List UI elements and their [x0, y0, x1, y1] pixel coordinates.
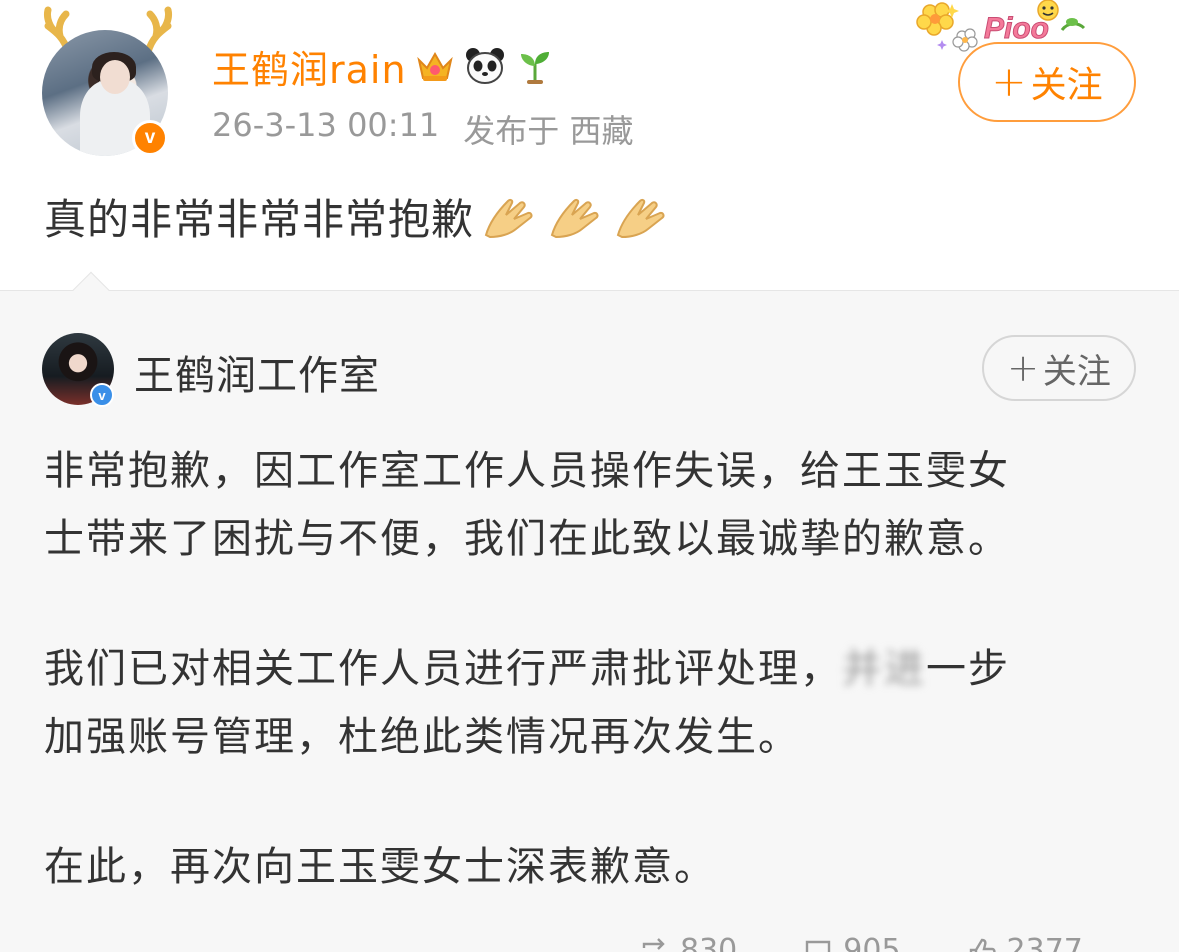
- verified-orange-icon: v: [132, 120, 168, 156]
- studio-follow-button[interactable]: + 关注: [982, 335, 1136, 401]
- repost-count: 830: [680, 933, 738, 952]
- comment-icon: [806, 940, 831, 952]
- follow-button-label: 关注: [1030, 65, 1103, 106]
- follow-button[interactable]: + 关注: [958, 42, 1136, 122]
- comment-count: 905: [843, 933, 901, 952]
- repost-icon: [642, 937, 665, 952]
- sticker-text: Pioo: [984, 12, 1049, 45]
- weibo-post: v 王鹤润rain 26-3-13 00:11 发布于 西藏 Pioo + 关注…: [0, 0, 1179, 290]
- plus-icon: +: [991, 57, 1027, 106]
- body-segment: 我们已对相关工作人员进行严肃批评处理，: [44, 646, 842, 692]
- post-content: 真的非常非常非常抱歉: [44, 186, 672, 247]
- body-line: 非常抱歉，因工作室工作人员操作失误，给王玉雯女: [44, 448, 1010, 494]
- post-timestamp: 26-3-13 00:11: [212, 106, 440, 144]
- like-count: 2377: [1006, 933, 1083, 952]
- post-location: 发布于 西藏: [463, 112, 634, 150]
- studio-follow-label: 关注: [1042, 351, 1111, 392]
- like-icon: [969, 938, 996, 952]
- body-line: 加强账号管理，杜绝此类情况再次发生。: [44, 714, 800, 760]
- body-segment: 一步: [926, 646, 1010, 692]
- panda-icon[interactable]: [463, 44, 507, 88]
- name-row: 王鹤润rain: [212, 38, 557, 94]
- pray-hands-icon: [484, 198, 533, 238]
- plus-icon: +: [1007, 346, 1039, 390]
- blurred-text: 并进: [842, 646, 926, 692]
- repost-body: 非常抱歉，因工作室工作人员操作失误，给王玉雯女 士带来了困扰与不便，我们在此致以…: [44, 437, 1124, 901]
- body-line: 我们已对相关工作人员进行严肃批评处理，并进一步: [44, 635, 1124, 703]
- user-name[interactable]: 王鹤润rain: [212, 39, 407, 94]
- body-line: 在此，再次向王玉雯女士深表歉意。: [44, 844, 716, 890]
- studio-name[interactable]: 王鹤润工作室: [134, 343, 380, 401]
- user-avatar[interactable]: v: [38, 6, 178, 156]
- verified-blue-icon: v: [90, 383, 114, 407]
- comment-action[interactable]: 905: [803, 933, 901, 952]
- post-text: 真的非常非常非常抱歉: [44, 195, 475, 244]
- post-meta: 26-3-13 00:11 发布于 西藏: [212, 106, 633, 152]
- sprout-icon[interactable]: [513, 44, 557, 88]
- repost-action[interactable]: 830: [640, 933, 737, 952]
- repost-card[interactable]: v 王鹤润工作室 + 关注 非常抱歉，因工作室工作人员操作失误，给王玉雯女 士带…: [0, 271, 1179, 952]
- like-action[interactable]: 2377: [967, 933, 1083, 952]
- body-line: 士带来了困扰与不便，我们在此致以最诚挚的歉意。: [44, 516, 1010, 562]
- pray-hands-icon: [550, 198, 599, 238]
- pray-hands-icon: [616, 198, 665, 238]
- action-bar: 830 905 2377: [640, 933, 1083, 952]
- crown-icon[interactable]: [413, 44, 457, 88]
